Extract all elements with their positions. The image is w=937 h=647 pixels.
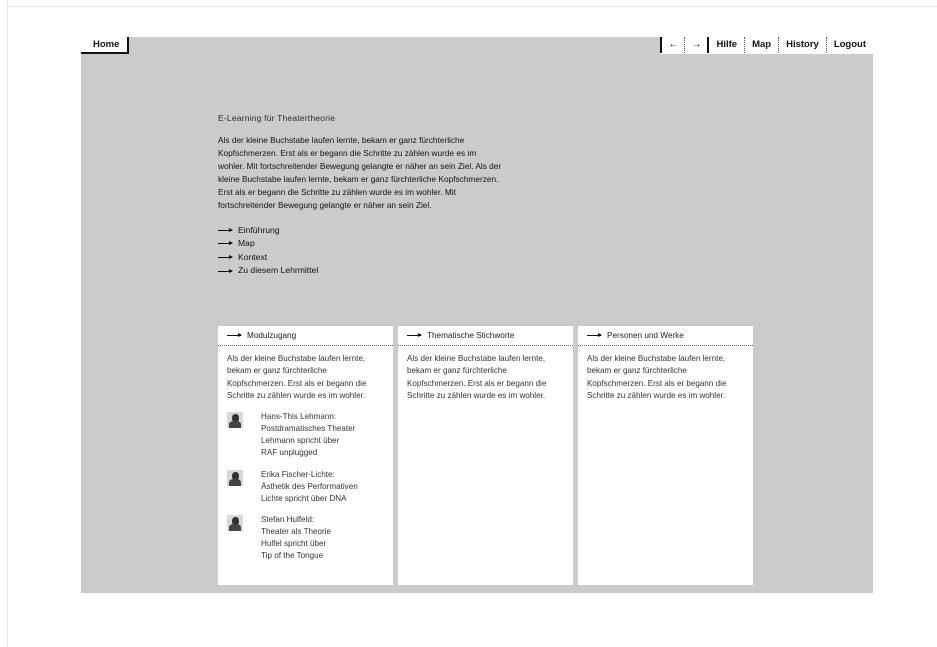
link-einfuehrung[interactable]: Einführung bbox=[218, 224, 518, 238]
link-lehrmittel[interactable]: Zu diesem Lehrmittel bbox=[218, 264, 518, 278]
panel-body: Als der kleine Buchstabe laufen lernte, … bbox=[218, 346, 393, 562]
portrait-icon bbox=[227, 514, 243, 531]
link-label: Kontext bbox=[238, 251, 268, 262]
panel-body: Als der kleine Buchstabe laufen lernte, … bbox=[398, 346, 573, 402]
home-link[interactable]: Home bbox=[81, 37, 130, 54]
person-line: Hulfel spricht über bbox=[261, 539, 327, 549]
right-arrow-icon bbox=[407, 333, 422, 337]
panel-title: Personen und Werke bbox=[607, 331, 684, 340]
window-top-edge bbox=[7, 6, 937, 7]
panel-header-personen[interactable]: Personen und Werke bbox=[578, 326, 753, 346]
hilfe-link[interactable]: Hilfe bbox=[707, 37, 745, 53]
history-link[interactable]: History bbox=[778, 37, 826, 53]
person-line: Hans-This Lehmann: bbox=[261, 412, 337, 422]
right-arrow-icon bbox=[218, 255, 233, 260]
person-line: Stefan Hulfeld: bbox=[261, 514, 315, 524]
map-link[interactable]: Map bbox=[744, 37, 779, 53]
link-label: Map bbox=[238, 238, 255, 249]
person-details: Hans-This Lehmann: Postdramatisches Thea… bbox=[261, 411, 355, 459]
window-left-edge bbox=[7, 0, 8, 647]
panel-title: Modulzugang bbox=[247, 331, 297, 340]
intro-text: Als der kleine Buchstabe laufen lernte, … bbox=[218, 135, 502, 211]
forward-arrow-icon[interactable]: → bbox=[684, 37, 708, 53]
portrait-icon bbox=[227, 469, 243, 486]
person-line: Lehmann spricht über bbox=[261, 436, 340, 446]
panel-header-modulzugang[interactable]: Modulzugang bbox=[218, 326, 393, 346]
portrait-icon bbox=[227, 412, 243, 429]
person-line: Postdramatisches Theater bbox=[261, 424, 356, 434]
intro-section: E-Learning für Theatertheorie Als der kl… bbox=[218, 113, 518, 278]
person-line: Lichte spricht über DNA bbox=[261, 493, 347, 503]
panel-text: Als der kleine Buchstabe laufen lernte, … bbox=[407, 354, 547, 400]
person-line: Theater als Theorie bbox=[261, 526, 332, 536]
person-details: Stefan Hulfeld: Theater als Theorie Hulf… bbox=[261, 514, 331, 562]
right-arrow-icon bbox=[218, 241, 233, 246]
right-arrow-icon bbox=[227, 333, 242, 337]
person-item[interactable]: Hans-This Lehmann: Postdramatisches Thea… bbox=[227, 411, 384, 459]
panel-header-stichworte[interactable]: Thematische Stichworte bbox=[398, 326, 573, 346]
right-arrow-icon bbox=[218, 268, 233, 273]
back-arrow-icon[interactable]: ← bbox=[660, 37, 685, 53]
link-kontext[interactable]: Kontext bbox=[218, 251, 518, 265]
site-title: E-Learning für Theatertheorie bbox=[218, 113, 336, 123]
panel-personen-und-werke: Personen und Werke Als der kleine Buchst… bbox=[578, 326, 753, 585]
person-line: Tip of the Tongue bbox=[261, 551, 324, 561]
person-item[interactable]: Stefan Hulfeld: Theater als Theorie Hulf… bbox=[227, 514, 384, 562]
main-link-list: Einführung Map Kontext Zu diesem Lehrmit… bbox=[218, 224, 518, 278]
person-line: Ästhetik des Performativen bbox=[261, 481, 358, 491]
person-item[interactable]: Erika Fischer-Lichte: Ästhetik des Perfo… bbox=[227, 469, 384, 505]
panel-body: Als der kleine Buchstabe laufen lernte, … bbox=[578, 346, 753, 402]
right-arrow-icon bbox=[218, 227, 233, 232]
panel-text: Als der kleine Buchstabe laufen lernte, … bbox=[227, 354, 367, 400]
person-list: Hans-This Lehmann: Postdramatisches Thea… bbox=[227, 411, 384, 562]
person-line: Erika Fischer-Lichte: bbox=[261, 469, 335, 479]
panel-text: Als der kleine Buchstabe laufen lernte, … bbox=[587, 354, 727, 400]
top-nav-left: Home bbox=[81, 37, 130, 54]
person-line: RAF unplugged bbox=[261, 448, 318, 458]
link-label: Zu diesem Lehrmittel bbox=[238, 265, 319, 276]
top-nav-right: ← → Hilfe Map History Logout bbox=[660, 37, 873, 54]
panel-row: Modulzugang Als der kleine Buchstabe lau… bbox=[218, 326, 753, 585]
link-map[interactable]: Map bbox=[218, 237, 518, 251]
logout-link[interactable]: Logout bbox=[825, 37, 873, 53]
panel-modulzugang: Modulzugang Als der kleine Buchstabe lau… bbox=[218, 326, 393, 585]
panel-title: Thematische Stichworte bbox=[427, 331, 515, 340]
person-details: Erika Fischer-Lichte: Ästhetik des Perfo… bbox=[261, 469, 358, 505]
link-label: Einführung bbox=[238, 224, 280, 235]
right-arrow-icon bbox=[587, 333, 602, 337]
panel-thematische-stichworte: Thematische Stichworte Als der kleine Bu… bbox=[398, 326, 573, 585]
